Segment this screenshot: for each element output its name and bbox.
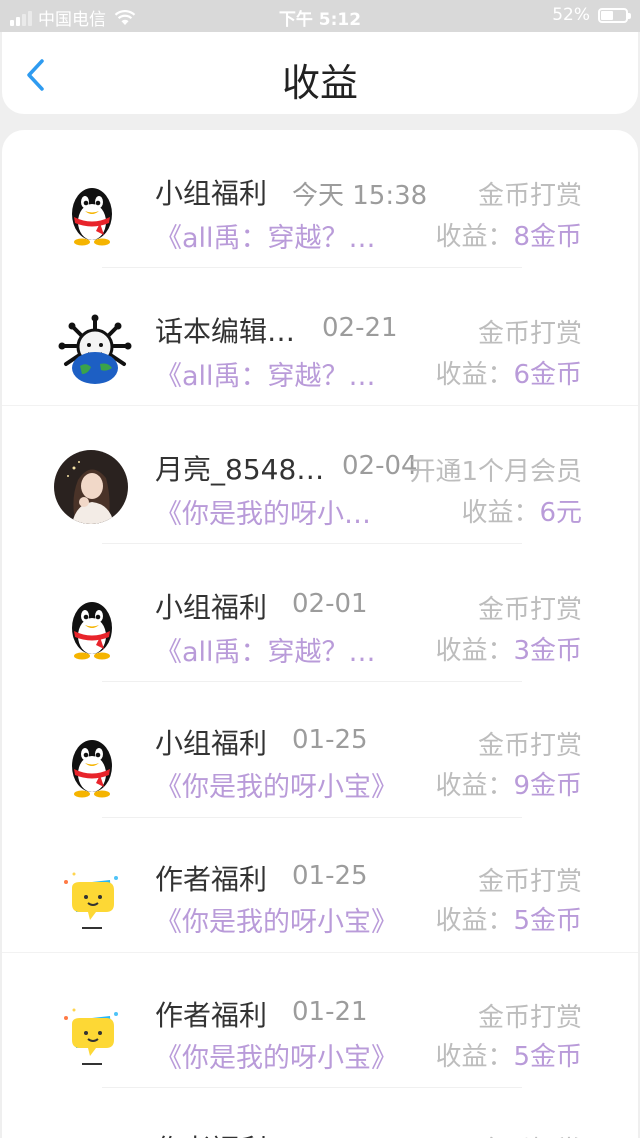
sender-name: 话本编辑… <box>155 315 296 348</box>
sender-name: 作者福利 <box>155 999 268 1032</box>
virus-globe-avatar <box>58 314 132 384</box>
earnings: 收益：8金币 <box>435 222 582 252</box>
divider <box>102 1087 522 1088</box>
date-label: 01-21 <box>292 997 368 1027</box>
earnings-list: 小组福利 今天 15:38 金币打赏 《all禹：穿越？… 收益：8金币 话本编… <box>2 130 638 1138</box>
sender-name: 小组福利 <box>155 591 268 624</box>
sender-name: 小组福利 <box>155 177 268 210</box>
list-item[interactable]: 小组福利 01-25 金币打赏 《你是我的呀小宝》 收益：9金币 <box>2 682 638 820</box>
earnings: 收益：6金币 <box>435 360 582 390</box>
date-label: 01-25 <box>292 725 368 755</box>
reward-type: 金币打赏 <box>477 319 582 349</box>
divider <box>2 952 638 953</box>
date-label: 02-01 <box>292 589 368 619</box>
status-bar: 中国电信 下午 5:12 52% <box>0 0 640 32</box>
earnings: 收益：6元 <box>461 498 582 528</box>
list-item[interactable]: 作者福利 01-25 金币打赏 《你是我的呀小宝》 收益：5金币 <box>2 818 638 954</box>
earnings: 收益：5金币 <box>435 906 582 936</box>
list-item[interactable]: 话本编辑… 02-21 金币打赏 《all禹：穿越？… 收益：6金币 <box>2 268 638 406</box>
chat-bubble-icon <box>64 1008 118 1065</box>
qq-penguin-icon <box>72 188 112 246</box>
date-label: 02-04 <box>342 451 418 481</box>
book-title: 《all禹：穿越？… <box>155 637 376 668</box>
qq-penguin-icon <box>72 602 112 660</box>
book-title: 《你是我的呀小宝》 <box>155 1043 398 1074</box>
book-title: 《你是我的呀小… <box>155 499 371 530</box>
list-item[interactable]: 小组福利 02-01 金币打赏 《all禹：穿越？… 收益：3金币 <box>2 544 638 682</box>
girl-photo-avatar <box>54 450 128 524</box>
clock: 下午 5:12 <box>278 10 362 30</box>
book-title: 《你是我的呀小宝》 <box>155 907 398 938</box>
book-title: 《all禹：穿越？… <box>155 361 376 392</box>
reward-type: 金币打赏 <box>477 867 582 897</box>
battery-percent: 52% <box>552 5 590 25</box>
chat-bubble-icon <box>64 872 118 929</box>
qq-penguin-icon <box>72 740 112 798</box>
list-item[interactable]: 作者福利 金币打赏 <box>2 1090 638 1138</box>
date-label: 02-21 <box>322 313 398 343</box>
list-item[interactable]: 小组福利 今天 15:38 金币打赏 《all禹：穿越？… 收益：8金币 <box>2 130 638 268</box>
sender-name: 小组福利 <box>155 727 268 760</box>
reward-type: 金币打赏 <box>478 1130 582 1138</box>
list-item[interactable]: 作者福利 01-21 金币打赏 《你是我的呀小宝》 收益：5金币 <box>2 954 638 1090</box>
sender-name: 月亮_8548… <box>155 453 325 486</box>
reward-type: 金币打赏 <box>477 181 582 211</box>
reward-type: 开通1个月会员 <box>409 457 582 487</box>
book-title: 《all禹：穿越？… <box>155 223 376 254</box>
earnings: 收益：9金币 <box>435 771 582 801</box>
nav-bar: 收益 <box>2 32 638 114</box>
date-label: 01-25 <box>292 861 368 891</box>
reward-type: 金币打赏 <box>477 731 582 761</box>
list-item[interactable]: 月亮_8548… 02-04 开通1个月会员 《你是我的呀小… 收益：6元 <box>2 406 638 544</box>
date-label: 今天 15:38 <box>292 181 428 211</box>
sender-name: 作者福利 <box>155 863 268 896</box>
battery-icon <box>598 7 631 23</box>
earnings: 收益：5金币 <box>435 1042 582 1072</box>
reward-type: 金币打赏 <box>477 595 582 625</box>
earnings: 收益：3金币 <box>435 636 582 666</box>
reward-type: 金币打赏 <box>477 1003 582 1033</box>
page-title: 收益 <box>281 61 358 105</box>
book-title: 《你是我的呀小宝》 <box>155 772 398 803</box>
sender-name: 作者福利 <box>155 1128 267 1138</box>
